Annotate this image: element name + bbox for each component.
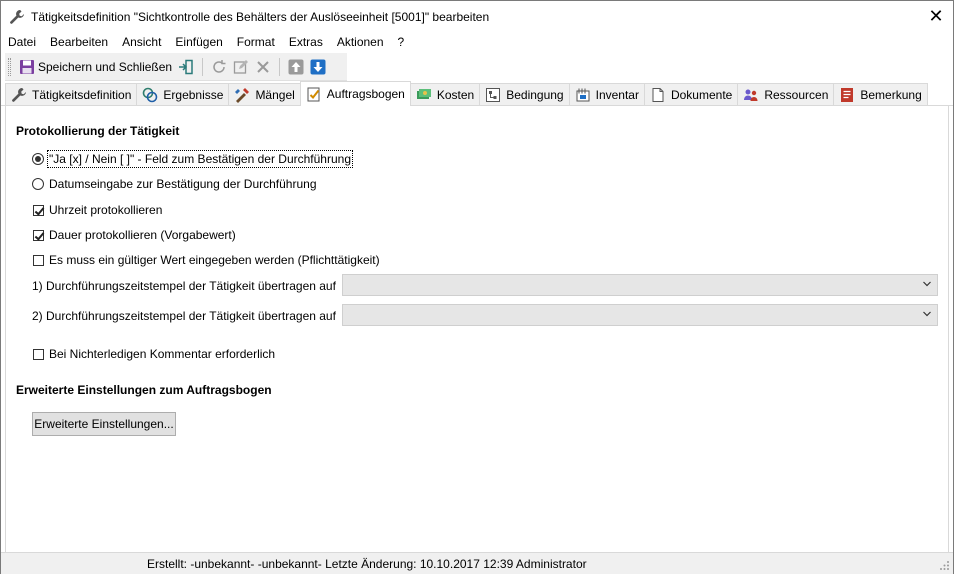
chk-comment-label: Bei Nichterledigen Kommentar erforderlic… <box>49 347 276 361</box>
combo2-select[interactable] <box>342 304 938 326</box>
dialog-window: Tätigkeitsdefinition "Sichtkontrolle des… <box>0 0 954 574</box>
resize-grip-icon[interactable] <box>940 561 950 571</box>
wrench-icon <box>12 87 26 102</box>
advanced-section-title: Erweiterte Einstellungen zum Auftragsbog… <box>16 383 272 397</box>
radio-date-label: Datumseingabe zur Bestätigung der Durchf… <box>49 177 317 191</box>
chk-duration-label: Dauer protokollieren (Vorgabewert) <box>49 228 236 242</box>
delete-icon <box>257 60 269 73</box>
toolbar-grip[interactable] <box>8 57 11 76</box>
tab-label: Kosten <box>436 87 475 102</box>
exit-icon <box>179 59 193 74</box>
condition-icon <box>486 87 501 102</box>
arrow-down-icon <box>310 59 326 74</box>
inventory-icon <box>576 88 590 101</box>
document-icon <box>652 87 664 102</box>
chk-time[interactable] <box>33 204 44 216</box>
edit-button[interactable] <box>230 56 252 78</box>
resources-icon <box>744 89 758 101</box>
menu-format[interactable]: Format <box>237 35 275 49</box>
radio-date[interactable] <box>32 178 44 190</box>
move-up-button[interactable] <box>285 56 307 78</box>
costs-icon <box>416 88 431 99</box>
combo1-label: 1) Durchführungszeitstempel der Tätigkei… <box>32 279 336 293</box>
order-sheet-icon <box>307 87 320 102</box>
menu-bar: Datei Bearbeiten Ansicht Einfügen Format… <box>1 32 953 52</box>
auftragsbogen-panel: Protokollierung der Tätigkeit "Ja [x] / … <box>5 106 949 552</box>
tab-label: Mängel <box>255 87 295 102</box>
move-down-button[interactable] <box>307 56 329 78</box>
toolbar-separator <box>279 57 281 76</box>
combo1-select[interactable] <box>342 274 938 296</box>
radio-yes-no[interactable] <box>32 153 44 165</box>
menu-aktionen[interactable]: Aktionen <box>337 35 384 49</box>
window-title: Tätigkeitsdefinition "Sichtkontrolle des… <box>31 9 490 24</box>
toolbar: Speichern und Schließen <box>5 53 347 81</box>
save-close-label: Speichern und Schließen <box>38 59 173 74</box>
wrench-icon <box>9 9 25 25</box>
combo2-label: 2) Durchführungszeitstempel der Tätigkei… <box>32 309 336 323</box>
tab-label: Inventar <box>595 87 639 102</box>
radio-yes-no-option[interactable]: "Ja [x] / Nein [ ]" - Feld zum Bestätige… <box>32 150 353 168</box>
close-icon[interactable]: ✕ <box>927 7 945 25</box>
tab-label: Ressourcen <box>764 87 829 102</box>
title-bar: Tätigkeitsdefinition "Sichtkontrolle des… <box>1 1 953 32</box>
refresh-button[interactable] <box>208 56 230 78</box>
tab-auftragsbogen[interactable]: Auftragsbogen <box>299 81 411 106</box>
chevron-down-icon <box>923 281 931 287</box>
arrow-up-icon <box>288 59 304 74</box>
advanced-settings-button[interactable]: Erweiterte Einstellungen... <box>32 412 176 436</box>
menu-einfuegen[interactable]: Einfügen <box>175 35 222 49</box>
menu-extras[interactable]: Extras <box>289 35 323 49</box>
toolbar-separator <box>202 57 204 76</box>
tab-label: Tätigkeitsdefinition <box>32 87 132 102</box>
menu-datei[interactable]: Datei <box>8 35 36 49</box>
radio-date-option[interactable]: Datumseingabe zur Bestätigung der Durchf… <box>32 177 317 191</box>
chk-mandatory-label: Es muss ein gültiger Wert eingegeben wer… <box>49 253 380 267</box>
tab-label: Bedingung <box>506 87 564 102</box>
tab-label: Dokumente <box>670 87 733 102</box>
delete-button[interactable] <box>252 56 274 78</box>
save-close-button[interactable]: Speichern und Schließen <box>16 56 175 78</box>
defects-icon <box>235 87 250 103</box>
chevron-down-icon <box>923 311 931 317</box>
edit-icon <box>233 59 249 74</box>
exit-button[interactable] <box>175 56 197 78</box>
tab-inventar[interactable]: Inventar <box>568 83 645 105</box>
tab-label: Auftragsbogen <box>326 87 405 101</box>
tab-kosten[interactable]: Kosten <box>409 83 481 105</box>
tab-label: Bemerkung <box>860 87 922 102</box>
status-bar: Erstellt: -unbekannt- -unbekannt- Letzte… <box>1 552 953 574</box>
chk-duration[interactable] <box>33 229 44 241</box>
save-icon <box>20 59 34 74</box>
chk-comment[interactable] <box>33 348 44 360</box>
tab-label: Ergebnisse <box>163 87 224 102</box>
note-icon <box>841 87 854 102</box>
status-text: Erstellt: -unbekannt- -unbekannt- Letzte… <box>147 557 587 571</box>
menu-help[interactable]: ? <box>398 35 405 49</box>
menu-ansicht[interactable]: Ansicht <box>122 35 161 49</box>
chk-mandatory[interactable] <box>33 254 44 266</box>
chk-mandatory-option[interactable]: Es muss ein gültiger Wert eingegeben wer… <box>33 253 380 267</box>
radio-yes-no-label: "Ja [x] / Nein [ ]" - Feld zum Bestätige… <box>47 150 353 168</box>
protocol-section-title: Protokollierung der Tätigkeit <box>16 124 180 138</box>
tab-bemerkung[interactable]: Bemerkung <box>833 83 928 105</box>
menu-bearbeiten[interactable]: Bearbeiten <box>50 35 108 49</box>
tab-ressourcen[interactable]: Ressourcen <box>737 83 835 105</box>
tab-ergebnisse[interactable]: Ergebnisse <box>136 83 230 105</box>
chk-comment-option[interactable]: Bei Nichterledigen Kommentar erforderlic… <box>33 347 275 361</box>
tab-taetigkeitsdefinition[interactable]: Tätigkeitsdefinition <box>5 83 138 105</box>
tab-maengel[interactable]: Mängel <box>228 83 301 105</box>
tab-bedingung[interactable]: Bedingung <box>479 83 570 105</box>
tab-strip: Tätigkeitsdefinition Ergebnisse Mängel A… <box>1 81 953 106</box>
chk-time-option[interactable]: Uhrzeit protokollieren <box>33 203 162 217</box>
chk-time-label: Uhrzeit protokollieren <box>49 203 163 217</box>
chk-duration-option[interactable]: Dauer protokollieren (Vorgabewert) <box>33 228 236 242</box>
tab-dokumente[interactable]: Dokumente <box>643 83 739 105</box>
refresh-icon <box>213 59 226 73</box>
results-icon <box>143 87 158 102</box>
